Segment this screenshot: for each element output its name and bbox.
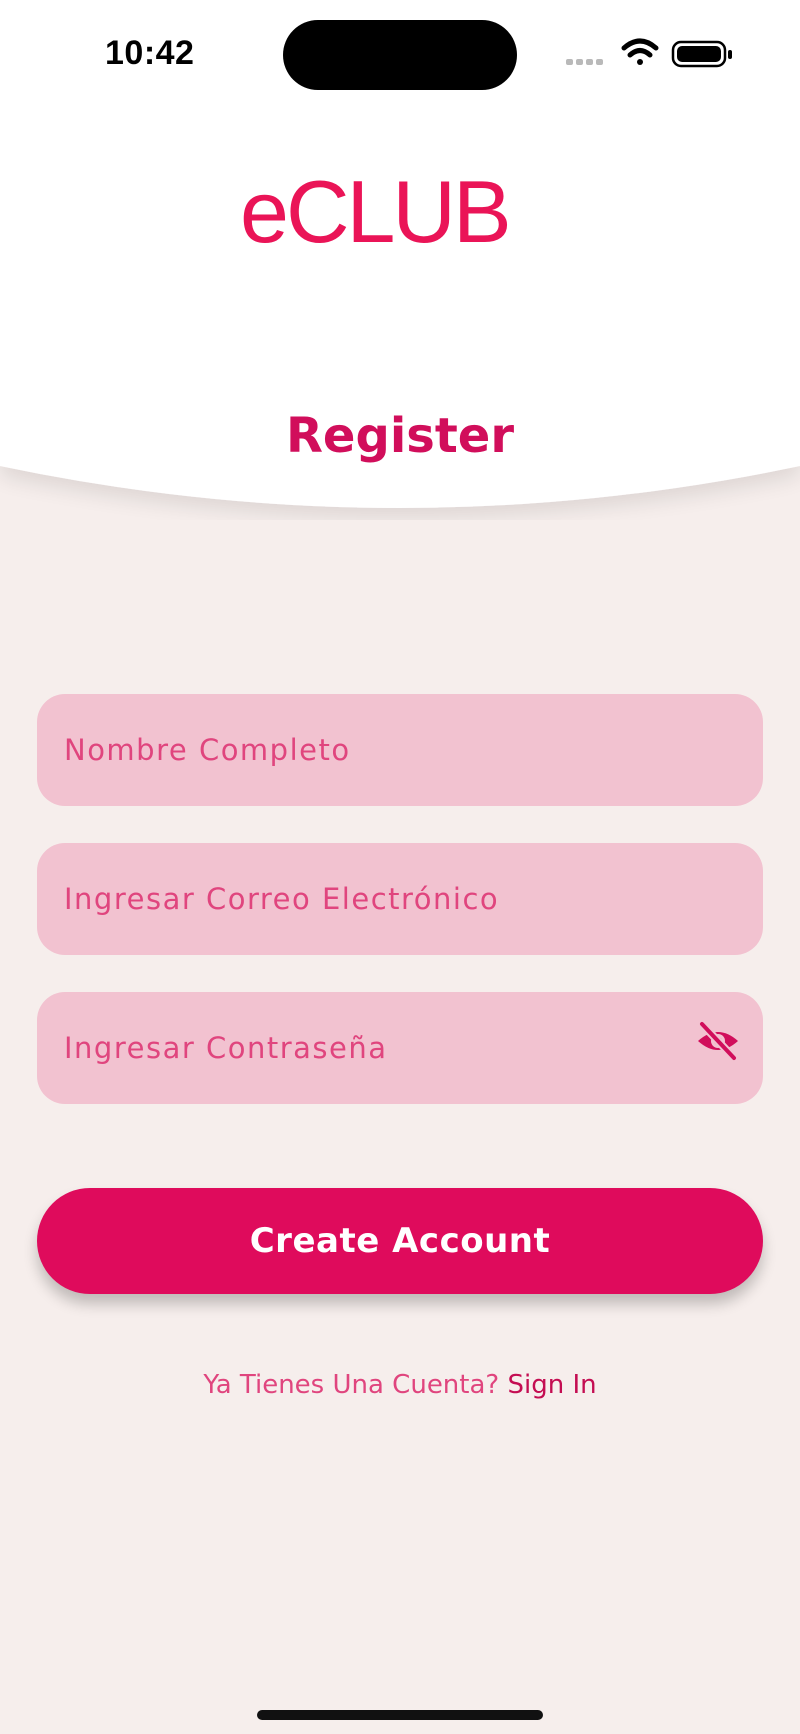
sign-in-link[interactable]: Sign In xyxy=(507,1370,596,1400)
wifi-icon xyxy=(621,38,659,65)
create-account-button[interactable]: Create Account xyxy=(37,1188,763,1294)
status-bar: 10:42 xyxy=(0,0,800,110)
password-input[interactable] xyxy=(37,992,763,1104)
full-name-input[interactable] xyxy=(37,694,763,806)
full-name-field xyxy=(37,694,763,806)
register-screen: 10:42 eCLUB Register Nombre Completo Ing… xyxy=(0,0,800,1734)
home-indicator[interactable] xyxy=(257,1710,543,1720)
battery-icon xyxy=(671,40,732,68)
page-title: Register xyxy=(285,408,515,464)
email-field xyxy=(37,843,763,955)
signin-prompt: Ya Tienes Una Cuenta? xyxy=(203,1370,508,1400)
eye-off-icon[interactable] xyxy=(695,1018,741,1064)
cellular-signal-icon xyxy=(566,59,603,65)
svg-text:eCLUB: eCLUB xyxy=(240,170,509,260)
status-time: 10:42 xyxy=(105,34,195,72)
email-input[interactable] xyxy=(37,843,763,955)
status-icons xyxy=(566,38,732,68)
dynamic-island xyxy=(283,20,517,90)
signin-row: Ya Tienes Una Cuenta? Sign In xyxy=(0,1370,800,1400)
eclub-logo: eCLUB xyxy=(240,170,512,260)
password-field xyxy=(37,992,763,1104)
